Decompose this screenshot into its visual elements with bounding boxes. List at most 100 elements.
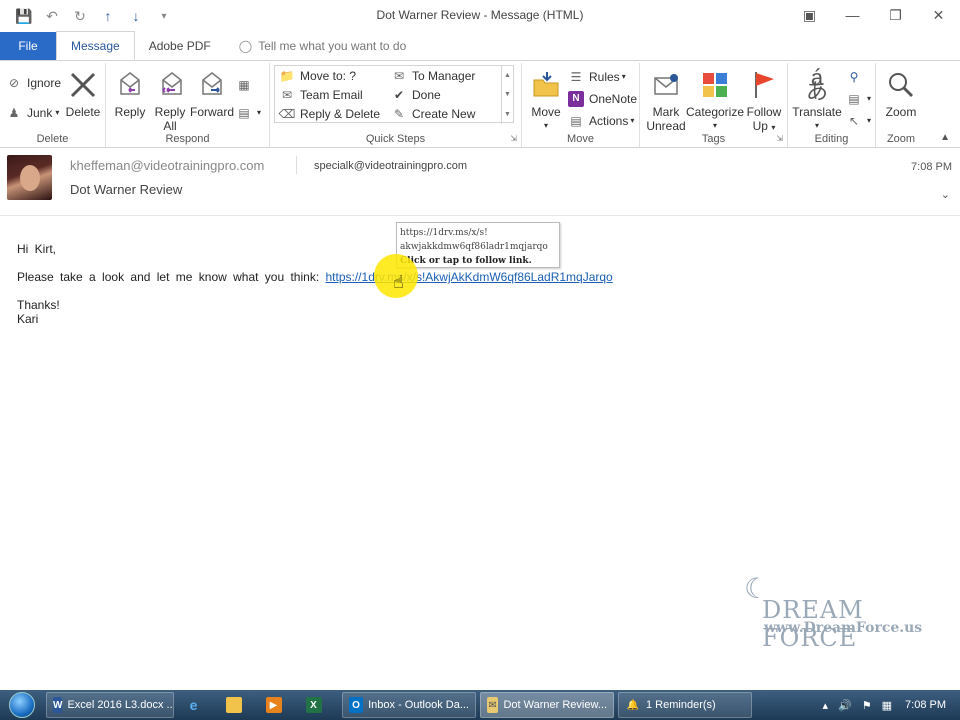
junk-button[interactable]: ♟ Junk ▾ [6, 103, 60, 122]
tab-adobe-pdf[interactable]: Adobe PDF [135, 32, 225, 60]
sender-avatar[interactable] [7, 155, 52, 200]
ignore-icon: ⊘ [8, 75, 20, 90]
title-bar: 💾 ↶ ↻ ↑ ↓ ▾ Dot Warner Review - Message … [0, 0, 960, 32]
taskbar-reminders[interactable]: 🔔 1 Reminder(s) [618, 692, 752, 718]
minimize-button[interactable]: — [831, 0, 874, 30]
chevron-down-icon: ▾ [867, 116, 872, 125]
actions-button[interactable]: ▤ Actions ▾ [568, 111, 634, 130]
media-player-icon: ▶ [265, 697, 282, 713]
outlook-icon: O [349, 697, 364, 713]
taskbar-outlook-inbox[interactable]: O Inbox - Outlook Da... [342, 692, 476, 718]
hand-cursor-icon: ☝ [393, 272, 404, 292]
quick-steps-scrollbar[interactable]: ▲ ▼ ▼ [501, 66, 513, 124]
message-time: 7:08 PM [911, 161, 952, 173]
move-group: Move ▾ ☰ Rules ▾ N OneNote ▤ Actions ▾ M… [522, 63, 640, 147]
collapse-ribbon-icon[interactable]: ▲ [940, 132, 950, 143]
chevron-down-icon: ▾ [771, 123, 776, 132]
zoom-group-label: Zoom [886, 133, 916, 145]
close-button[interactable]: ✕ [917, 0, 960, 30]
meeting-reply-button[interactable]: ▦ [236, 75, 257, 94]
onedrive-link[interactable]: https://1drv.ms/x/s!AkwjAkKdmW6qf86LadR1… [326, 270, 613, 284]
taskbar-media[interactable]: ▶ [258, 692, 294, 718]
taskbar-clock[interactable]: 7:08 PM [905, 699, 946, 711]
forward-button[interactable]: Forward [190, 69, 234, 119]
sender-address[interactable]: kheffeman@videotrainingpro.com [70, 158, 264, 173]
taskbar-ie[interactable]: e [178, 692, 214, 718]
junk-icon: ♟ [8, 105, 20, 120]
tooltip-url-line2: akwjakkdmw6qf86ladr1mqjarqo [400, 242, 548, 252]
zoom-button[interactable]: Zoom [880, 69, 922, 119]
taskbar-excel[interactable]: X [298, 692, 334, 718]
categorize-icon [699, 69, 731, 101]
delete-group-label: Delete [36, 133, 69, 145]
chevron-down-icon: ▾ [867, 94, 872, 103]
rules-button[interactable]: ☰ Rules ▾ [568, 67, 626, 86]
move-folder-icon [530, 69, 562, 101]
chevron-down-icon: ▾ [543, 121, 548, 130]
lightbulb-icon: ◯ [238, 39, 253, 53]
delete-button[interactable]: Delete [64, 69, 102, 119]
forward-mail-icon: ✉ [393, 68, 405, 83]
more-respond-button[interactable]: ▤ ▾ [236, 103, 261, 122]
show-hidden-icons-icon[interactable]: ▴ [823, 699, 829, 712]
follow-up-button[interactable]: Follow Up ▾ [744, 69, 784, 135]
mark-unread-button[interactable]: Mark Unread [646, 69, 686, 133]
magnifier-icon [885, 69, 917, 101]
quick-step-to-manager[interactable]: ✉ To Manager [391, 66, 475, 85]
action-center-flag-icon[interactable]: ⚑ [862, 699, 872, 712]
related-button[interactable]: ▤ ▾ [846, 89, 871, 108]
quick-step-create-new[interactable]: ✎ Create New [391, 104, 475, 123]
more-respond-icon: ▤ [238, 105, 250, 120]
recipient-address[interactable]: specialk@videotrainingpro.com [314, 160, 467, 172]
reply-all-button[interactable]: Reply All [150, 69, 190, 133]
taskbar-explorer[interactable] [218, 692, 254, 718]
header-divider [296, 156, 297, 174]
onenote-button[interactable]: N OneNote [568, 89, 637, 108]
move-button[interactable]: Move ▾ [528, 69, 564, 133]
delete-x-icon [67, 69, 99, 101]
envelope-icon: ✉ [487, 697, 499, 713]
ignore-button[interactable]: ⊘ Ignore [6, 73, 61, 92]
checkmark-icon: ✔ [393, 87, 405, 102]
find-button[interactable]: ⚲ [846, 67, 867, 86]
dreamforce-watermark: ☾ DREAM FORCE www.DreamForce.us [740, 572, 940, 652]
categorize-button[interactable]: Categorize ▾ [686, 69, 744, 133]
chevron-down-icon: ▾ [814, 121, 819, 130]
quick-step-done[interactable]: ✔ Done [391, 85, 441, 104]
quick-step-reply-delete[interactable]: ⌫ Reply & Delete [279, 104, 381, 123]
follow-up-label-2: Up [752, 119, 768, 133]
select-button[interactable]: ↖ ▾ [846, 111, 871, 130]
zoom-group: Zoom Zoom [876, 63, 926, 147]
chevron-down-icon: ▾ [55, 108, 60, 117]
expand-gallery-icon[interactable]: ▼ [504, 111, 511, 118]
tell-me-search[interactable]: ◯ Tell me what you want to do [225, 32, 421, 60]
editing-group-label: Editing [814, 133, 849, 145]
scroll-down-icon[interactable]: ▼ [504, 91, 511, 98]
tab-file[interactable]: File [0, 32, 56, 60]
quick-step-move-to[interactable]: 📁 Move to: ? [279, 66, 357, 85]
chevron-down-icon: ▾ [712, 121, 717, 130]
taskbar-word-doc[interactable]: W Excel 2016 L3.docx ... [46, 692, 174, 718]
quick-step-team-email[interactable]: ✉ Team Email [279, 85, 363, 104]
start-button[interactable] [0, 690, 44, 720]
mark-unread-icon [650, 69, 682, 101]
reply-button[interactable]: Reply [110, 69, 150, 119]
respond-group-label: Respond [165, 133, 210, 145]
taskbar-message-window[interactable]: ✉ Dot Warner Review... [480, 692, 614, 718]
mail-icon: ✉ [281, 87, 293, 102]
excel-icon: X [305, 697, 322, 713]
expand-header-chevron-icon[interactable]: ⌄ [941, 188, 950, 201]
ribbon-display-options-icon[interactable]: ▣ [788, 0, 831, 30]
related-icon: ▤ [848, 91, 860, 106]
translate-button[interactable]: áあ Translate ▾ [792, 67, 842, 133]
volume-icon[interactable]: 🔊 [838, 699, 852, 712]
body-text: Please take a look and let me know what … [17, 270, 320, 284]
tab-message[interactable]: Message [56, 31, 135, 60]
link-tooltip: https://1drv.ms/x/s! akwjakkdmw6qf86ladr… [396, 222, 560, 268]
message-subject: Dot Warner Review [70, 182, 183, 197]
scroll-up-icon[interactable]: ▲ [504, 72, 511, 79]
restore-button[interactable]: ❐ [874, 0, 917, 30]
reply-all-icon [154, 69, 186, 101]
network-icon[interactable]: ▦ [882, 699, 892, 712]
internet-explorer-icon: e [189, 697, 198, 713]
